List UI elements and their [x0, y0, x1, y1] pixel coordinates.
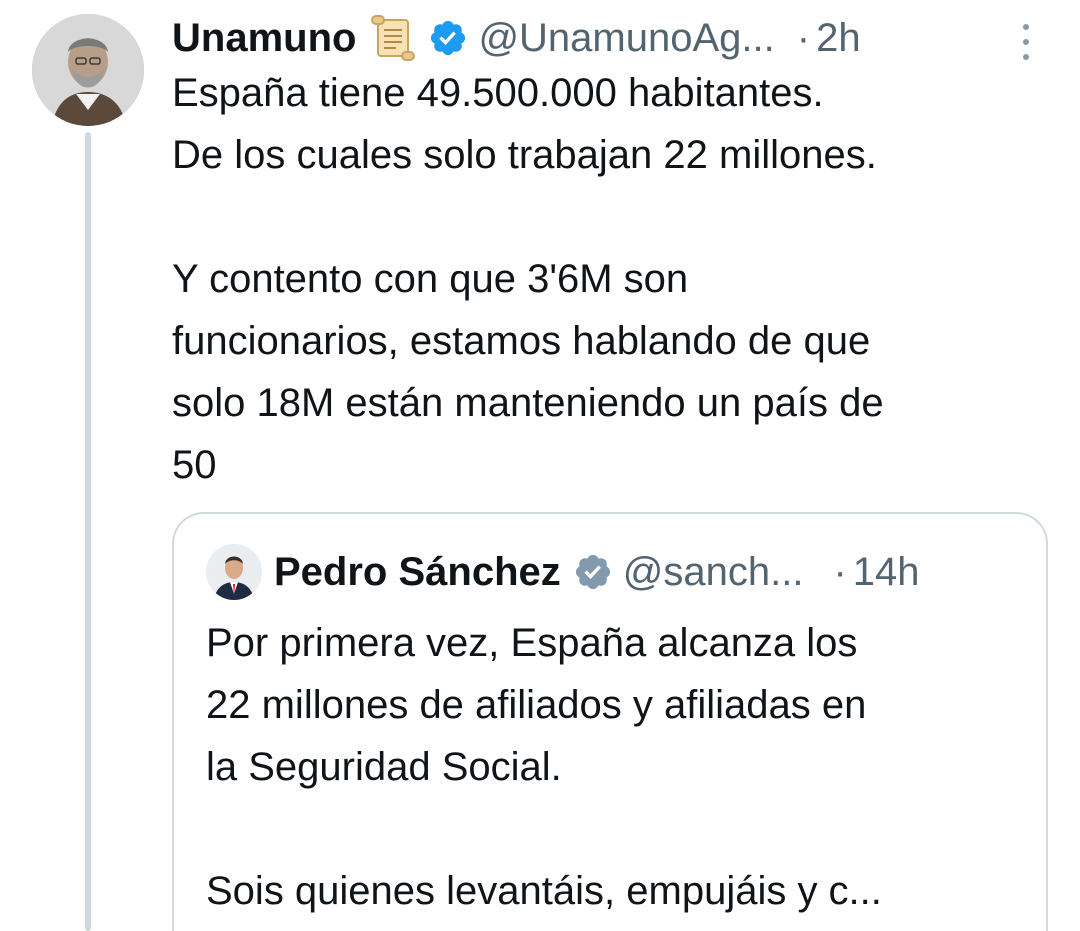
quoted-tweet-text: Por primera vez, España alcanza los 22 m… [206, 612, 1026, 922]
quoted-author-name: Pedro Sánchez [274, 549, 561, 594]
tweet-text-line: España tiene 49.500.000 habitantes. [172, 71, 824, 115]
author-handle[interactable]: @UnamunoAg... [478, 16, 774, 61]
tweet-time[interactable]: 2h [816, 16, 861, 61]
quoted-text-line [206, 798, 1026, 860]
quoted-author-avatar[interactable] [206, 544, 262, 600]
tweet-text: España tiene 49.500.000 habitantes. De l… [172, 62, 1052, 496]
tweet-text-line [172, 186, 1052, 248]
separator-dot: · [833, 549, 847, 594]
quoted-text-line: Sois quienes levantáis, empujáis y c... [206, 869, 882, 913]
tweet-text-line: solo 18M están manteniendo un país de [172, 381, 884, 425]
verified-badge-icon [573, 552, 613, 592]
quoted-text-line: la Seguridad Social. [206, 745, 562, 789]
quoted-tweet-time: 14h [852, 549, 920, 594]
tweet-header: Unamuno @UnamunoAg... · 2h [172, 8, 1040, 68]
separator-dot: · [796, 15, 811, 60]
quoted-tweet-header: Pedro Sánchez @sanch... · 14h [206, 544, 1016, 600]
tweet-text-line: De los cuales solo trabajan 22 millones. [172, 133, 877, 177]
tweet-text-line: Y contento con que 3'6M son [172, 257, 689, 301]
thread-line [85, 132, 91, 931]
scroll-icon [370, 14, 416, 62]
tweet[interactable]: Unamuno @UnamunoAg... · 2h España tiene … [0, 0, 1080, 931]
tweet-text-line: funcionarios, estamos hablando de que [172, 319, 871, 363]
tweet-text-line: 50 [172, 443, 217, 487]
author-avatar[interactable] [32, 14, 144, 126]
quoted-text-line: Por primera vez, España alcanza los [206, 621, 858, 665]
quoted-text-line: 22 millones de afiliados y afiliadas en [206, 683, 867, 727]
quoted-author-handle: @sanch... [622, 549, 804, 594]
quoted-tweet[interactable]: Pedro Sánchez @sanch... · 14h Por primer… [172, 512, 1048, 931]
author-name[interactable]: Unamuno [172, 16, 356, 61]
more-options-icon[interactable] [1020, 24, 1032, 60]
verified-badge-icon[interactable] [428, 18, 468, 58]
